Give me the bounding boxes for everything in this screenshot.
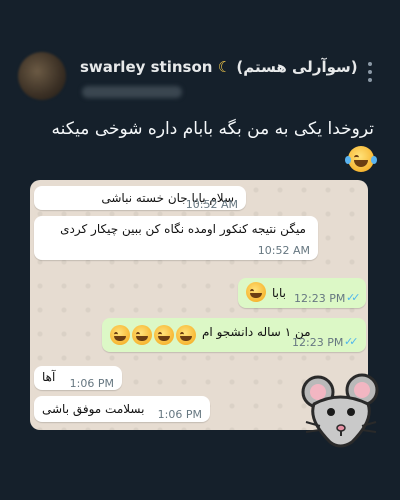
message-text: آها <box>42 370 56 384</box>
author-suffix: (سوآرلی هستم) <box>236 58 358 76</box>
message-time: 1:06 PM <box>157 408 202 421</box>
incoming-message: آها 1:06 PM <box>34 366 122 390</box>
incoming-message: بسلامت موفق باشی 1:06 PM <box>34 396 210 422</box>
tears-of-joy-emoji-icon <box>176 325 196 345</box>
tears-of-joy-emoji-icon <box>345 146 377 172</box>
message-text: میگن نتیجه کنکور اومده نگاه کن ببین چیکا… <box>60 222 306 236</box>
double-check-read-icon: ✓✓ <box>346 291 361 304</box>
tears-of-joy-emoji-icon <box>132 325 152 345</box>
mouse-sticker-icon <box>301 373 379 448</box>
message-text: بسلامت موفق باشی <box>42 402 145 416</box>
tears-of-joy-emoji-icon <box>246 282 266 302</box>
author-name-line[interactable]: swarley stinson ☾ (سوآرلی هستم) <box>80 58 360 76</box>
message-time: 1:06 PM <box>69 377 114 390</box>
tears-of-joy-emoji-icon <box>110 325 130 345</box>
message-time: 10:52 AM <box>185 198 238 211</box>
outgoing-message: من ۱ ساله دانشجو ام 12:23 PM ✓✓ <box>102 318 366 352</box>
message-time: 10:52 AM <box>257 244 310 257</box>
tweet-body: تروخدا یکی به من بگه بابام داره شوخی میک… <box>51 119 374 139</box>
double-check-read-icon: ✓✓ <box>344 335 359 348</box>
message-time: 12:23 PM <box>294 292 346 305</box>
author-handle-blurred <box>82 86 182 98</box>
incoming-message: سلام بابا جان خسته نباشی 10:52 AM <box>34 186 246 211</box>
author-avatar[interactable] <box>18 52 66 100</box>
tears-of-joy-emoji-icon <box>154 325 174 345</box>
more-vertical-icon[interactable] <box>364 60 376 82</box>
message-time: 12:23 PM <box>292 336 344 349</box>
tweet-header: swarley stinson ☾ (سوآرلی هستم) <box>0 0 400 110</box>
incoming-message: میگن نتیجه کنکور اومده نگاه کن ببین چیکا… <box>34 216 318 260</box>
tweet-text: تروخدا یکی به من بگه بابام داره شوخی میک… <box>14 114 377 174</box>
outgoing-message: بابا 12:23 PM ✓✓ <box>238 278 366 308</box>
author-name: swarley stinson <box>80 58 213 76</box>
moon-icon: ☾ <box>217 58 232 76</box>
message-text: بابا <box>272 286 286 300</box>
